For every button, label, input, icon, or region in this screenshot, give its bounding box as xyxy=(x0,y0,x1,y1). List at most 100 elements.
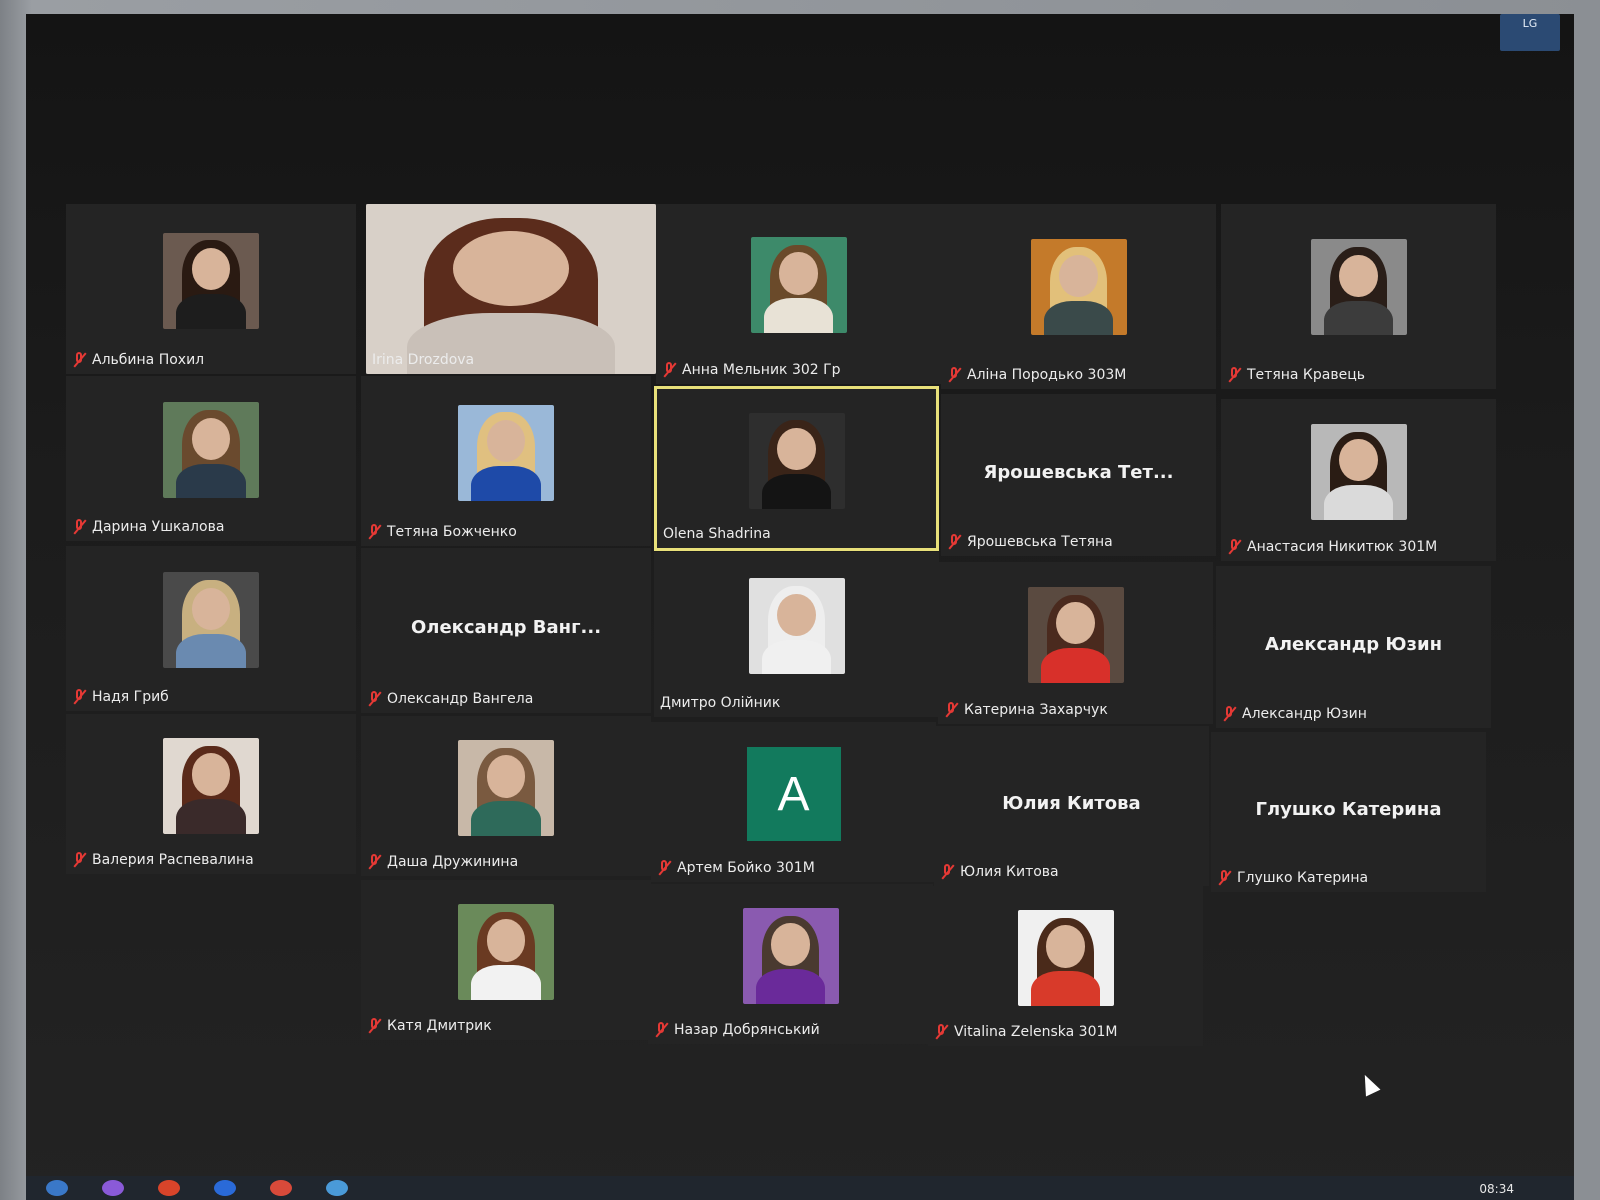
participant-display-name: Ярошевська Тет... xyxy=(983,462,1174,484)
participant-tile[interactable]: Александр Юзин Александр Юзин xyxy=(1216,566,1491,728)
participant-tile[interactable]: Альбина Похил xyxy=(66,204,356,374)
participant-name: Глушко Катерина xyxy=(1237,870,1369,886)
participant-name: Vitalina Zelenska 301M xyxy=(954,1024,1118,1040)
participant-tile[interactable]: Дарина Ушкалова xyxy=(66,376,356,541)
participant-label: Тетяна Кравець xyxy=(1227,367,1365,383)
avatar-body xyxy=(1323,485,1394,520)
avatar-body xyxy=(471,465,541,501)
participant-label: Надя Гриб xyxy=(72,689,169,705)
participant-name: Анастасия Никитюк 301М xyxy=(1247,539,1438,555)
participant-name: Ярошевська Тетяна xyxy=(967,534,1113,550)
participant-name: Артем Бойко 301М xyxy=(677,860,815,876)
participant-name: Олександр Вангела xyxy=(387,691,534,707)
gallery-view: Альбина Похил Irina Drozdova Анна Мельник … xyxy=(26,14,1574,1200)
zoom-icon[interactable] xyxy=(326,1180,348,1196)
participant-video xyxy=(1027,586,1124,683)
participant-name: Тетяна Кравець xyxy=(1247,367,1365,383)
participant-tile[interactable]: Дмитро Олійник xyxy=(654,552,939,717)
participant-label: Vitalina Zelenska 301M xyxy=(934,1024,1117,1040)
participant-label: Irina Drozdova xyxy=(372,352,474,368)
participant-label: Анастасия Никитюк 301М xyxy=(1227,539,1437,555)
participant-tile[interactable]: Олександр Ванг... Олександр Вангела xyxy=(361,548,651,713)
participant-label: Анна Мельник 302 Гр xyxy=(662,362,841,378)
muted-mic-icon xyxy=(662,362,676,378)
avatar-head xyxy=(1339,254,1378,297)
participant-tile[interactable]: Olena Shadrina xyxy=(654,386,939,551)
files-icon[interactable] xyxy=(214,1180,236,1196)
participant-label: Валерия Распевалина xyxy=(72,852,254,868)
monitor-frame: LG Альбина Похил Irina Drozdova Анна Мельн… xyxy=(0,0,1600,1200)
participant-video xyxy=(1310,239,1407,336)
participant-tile[interactable]: Катерина Захарчук xyxy=(938,562,1213,724)
participant-video xyxy=(748,578,845,675)
muted-mic-icon xyxy=(367,524,381,540)
participant-name: Катя Дмитрик xyxy=(387,1018,492,1034)
participant-video xyxy=(1030,239,1127,336)
participant-tile[interactable]: Тетяна Кравець xyxy=(1221,204,1496,389)
participant-display-name: Александр Юзин xyxy=(1264,634,1443,656)
participant-label: Даша Дружинина xyxy=(367,854,518,870)
participant-display-name: Глушко Катерина xyxy=(1255,799,1442,821)
avatar-head xyxy=(191,247,231,291)
taskbar-clock: 08:34 xyxy=(1479,1182,1514,1196)
participant-tile[interactable]: Анастасия Никитюк 301М xyxy=(1221,399,1496,561)
muted-mic-icon xyxy=(947,367,961,383)
browser-icon[interactable] xyxy=(102,1180,124,1196)
participant-tile[interactable]: Тетяна Божченко xyxy=(361,376,651,546)
avatar-body xyxy=(176,293,246,329)
participant-video xyxy=(163,402,259,499)
muted-mic-icon xyxy=(367,854,381,870)
participant-tile[interactable]: Irina Drozdova xyxy=(366,204,656,374)
participant-tile[interactable]: Аліна Породько 303М xyxy=(941,204,1216,389)
chrome-icon[interactable] xyxy=(158,1180,180,1196)
avatar-head xyxy=(191,753,231,796)
participant-tile[interactable]: Надя Гриб xyxy=(66,546,356,711)
muted-mic-icon xyxy=(1217,870,1231,886)
participant-label: Тетяна Божченко xyxy=(367,524,517,540)
participant-tile[interactable]: Ярошевська Тет... Ярошевська Тетяна xyxy=(941,394,1216,556)
participant-tile[interactable]: Валерия Распевалина xyxy=(66,714,356,874)
participant-tile[interactable]: Назар Добрянський xyxy=(648,884,933,1044)
avatar-head xyxy=(1059,254,1098,297)
muted-mic-icon xyxy=(944,702,958,718)
avatar-head xyxy=(486,755,526,798)
participant-name: Тетяна Божченко xyxy=(387,524,517,540)
avatar-head xyxy=(1056,602,1095,645)
participant-label: Александр Юзин xyxy=(1222,706,1367,722)
participant-tile[interactable]: Vitalina Zelenska 301M xyxy=(928,886,1203,1046)
participant-video xyxy=(458,404,554,501)
participant-video xyxy=(748,412,845,509)
muted-mic-icon xyxy=(72,352,86,368)
start-icon[interactable] xyxy=(46,1180,68,1196)
participant-video xyxy=(1017,910,1114,1006)
participant-tile[interactable]: Даша Дружинина xyxy=(361,716,651,876)
participant-label: Дарина Ушкалова xyxy=(72,519,224,535)
avatar-body xyxy=(176,463,246,499)
participant-label: Катя Дмитрик xyxy=(367,1018,492,1034)
participant-tile[interactable]: Глушко Катерина Глушко Катерина xyxy=(1211,732,1486,892)
participant-name: Назар Добрянський xyxy=(674,1022,820,1038)
muted-mic-icon xyxy=(367,1018,381,1034)
participant-display-name: Олександр Ванг... xyxy=(410,617,602,639)
media-icon[interactable] xyxy=(270,1180,292,1196)
avatar-head xyxy=(771,923,810,966)
participant-tile[interactable]: A Артем Бойко 301М xyxy=(651,722,936,882)
participant-video xyxy=(742,908,839,1004)
avatar-head xyxy=(486,419,526,463)
participant-label: Ярошевська Тетяна xyxy=(947,534,1113,550)
participant-name: Дмитро Олійник xyxy=(660,695,781,711)
participant-name: Irina Drozdova xyxy=(372,352,475,368)
avatar-head xyxy=(191,417,231,460)
avatar-body xyxy=(1043,300,1114,336)
participant-video xyxy=(458,740,554,836)
participant-video xyxy=(1310,423,1407,520)
participant-tile[interactable]: Юлия Китова Юлия Китова xyxy=(934,726,1209,886)
participant-label: Olena Shadrina xyxy=(663,526,771,542)
muted-mic-icon xyxy=(657,860,671,876)
participant-initial-avatar: A xyxy=(746,747,841,841)
participant-tile[interactable]: Анна Мельник 302 Гр xyxy=(656,204,941,384)
avatar-body xyxy=(471,965,541,1000)
participant-video xyxy=(163,738,259,834)
participant-tile[interactable]: Катя Дмитрик xyxy=(361,880,651,1040)
muted-mic-icon xyxy=(72,519,86,535)
